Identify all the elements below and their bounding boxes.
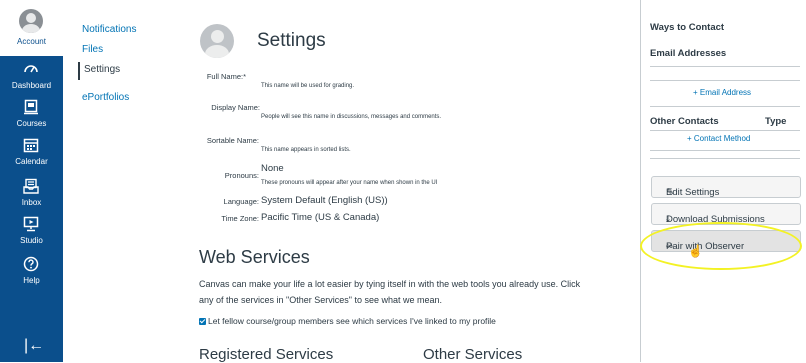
courses-icon (24, 99, 38, 115)
subnav-settings-label: Settings (84, 64, 121, 75)
registered-services-heading: Registered Services (199, 346, 334, 363)
highlight-annotation (640, 222, 802, 270)
add-email-link[interactable]: + Email Address (693, 88, 751, 97)
display-name-label: Display Name: (211, 103, 260, 112)
nav-label-help: Help (23, 276, 40, 285)
nav-label-inbox: Inbox (21, 198, 42, 207)
pronouns-value[interactable]: None (261, 163, 284, 174)
nav-label-account: Account (17, 37, 46, 46)
nav-calendar[interactable]: Calendar (0, 137, 63, 175)
studio-icon (23, 216, 39, 232)
hand-cursor-icon: ☝ (688, 244, 703, 258)
nav-studio[interactable]: Studio (0, 216, 63, 254)
web-services-text-line2: any of the services in "Other Services" … (199, 295, 442, 305)
contact-sidebar: Ways to Contact Email Addresses + Email … (640, 0, 806, 362)
type-heading: Type (765, 116, 787, 127)
web-services-title: Web Services (199, 247, 310, 267)
other-contacts-heading: Other Contacts (650, 116, 719, 127)
share-services-checkbox[interactable] (199, 318, 206, 325)
divider (650, 158, 800, 159)
nav-dashboard[interactable]: Dashboard (0, 61, 63, 99)
add-contact-method-link[interactable]: + Contact Method (687, 134, 750, 143)
nav-inbox[interactable]: Inbox (0, 178, 63, 216)
page-title: Settings (257, 30, 326, 51)
help-icon (23, 256, 39, 272)
nav-label-studio: Studio (20, 236, 43, 245)
divider (650, 106, 800, 107)
email-addresses-heading: Email Addresses (650, 48, 727, 59)
dashboard-icon (24, 65, 38, 73)
nav-label-dashboard: Dashboard (11, 81, 52, 90)
nav-help[interactable]: Help (0, 256, 63, 294)
pronouns-label: Pronouns: (224, 171, 259, 180)
web-services-text-line1: Canvas can make your life a lot easier b… (199, 279, 581, 289)
nav-label-courses: Courses (16, 119, 47, 128)
divider (650, 130, 800, 131)
sortable-name-label: Sortable Name: (206, 136, 259, 145)
subnav-settings[interactable]: Settings (78, 62, 120, 80)
edit-settings-label: Edit Settings (666, 187, 720, 198)
share-services-label[interactable]: Let fellow course/group members see whic… (208, 316, 496, 326)
plus-icon: + (687, 134, 694, 143)
nav-account[interactable]: Account (0, 0, 63, 56)
timezone-value[interactable]: Pacific Time (US & Canada) (261, 212, 379, 223)
pronouns-hint: These pronouns will appear after your na… (261, 180, 438, 186)
account-icon (19, 9, 43, 33)
display-name-hint: People will see this name in discussions… (261, 114, 442, 120)
language-value[interactable]: System Default (English (US)) (261, 195, 388, 206)
other-services-heading: Other Services (423, 346, 523, 363)
full-name-label: Full Name:* (206, 72, 246, 81)
ways-to-contact-heading: Ways to Contact (650, 22, 725, 33)
full-name-hint: This name will be used for grading. (261, 83, 355, 89)
language-label: Language: (223, 197, 259, 206)
subnav-files[interactable]: Files (82, 44, 103, 55)
timezone-label: Time Zone: (221, 214, 259, 223)
calendar-icon (23, 138, 39, 153)
add-email-label: Email Address (699, 88, 752, 97)
subnav-notifications[interactable]: Notifications (82, 24, 136, 35)
subnav-eportfolios[interactable]: ePortfolios (82, 92, 129, 103)
collapse-nav-button[interactable]: |← (24, 337, 44, 355)
nav-label-calendar: Calendar (15, 157, 48, 166)
add-contact-label: Contact Method (693, 134, 751, 143)
divider (650, 150, 800, 151)
profile-avatar[interactable] (200, 24, 234, 58)
sortable-name-hint: This name appears in sorted lists. (261, 147, 351, 153)
edit-settings-button[interactable]: ✎ Edit Settings (651, 176, 801, 198)
global-nav: Account Dashboard Courses Calendar Inbox… (0, 0, 63, 362)
divider (650, 80, 800, 81)
nav-courses[interactable]: Courses (0, 99, 63, 137)
plus-icon: + (693, 88, 700, 97)
inbox-icon (23, 178, 39, 194)
divider (650, 66, 800, 67)
